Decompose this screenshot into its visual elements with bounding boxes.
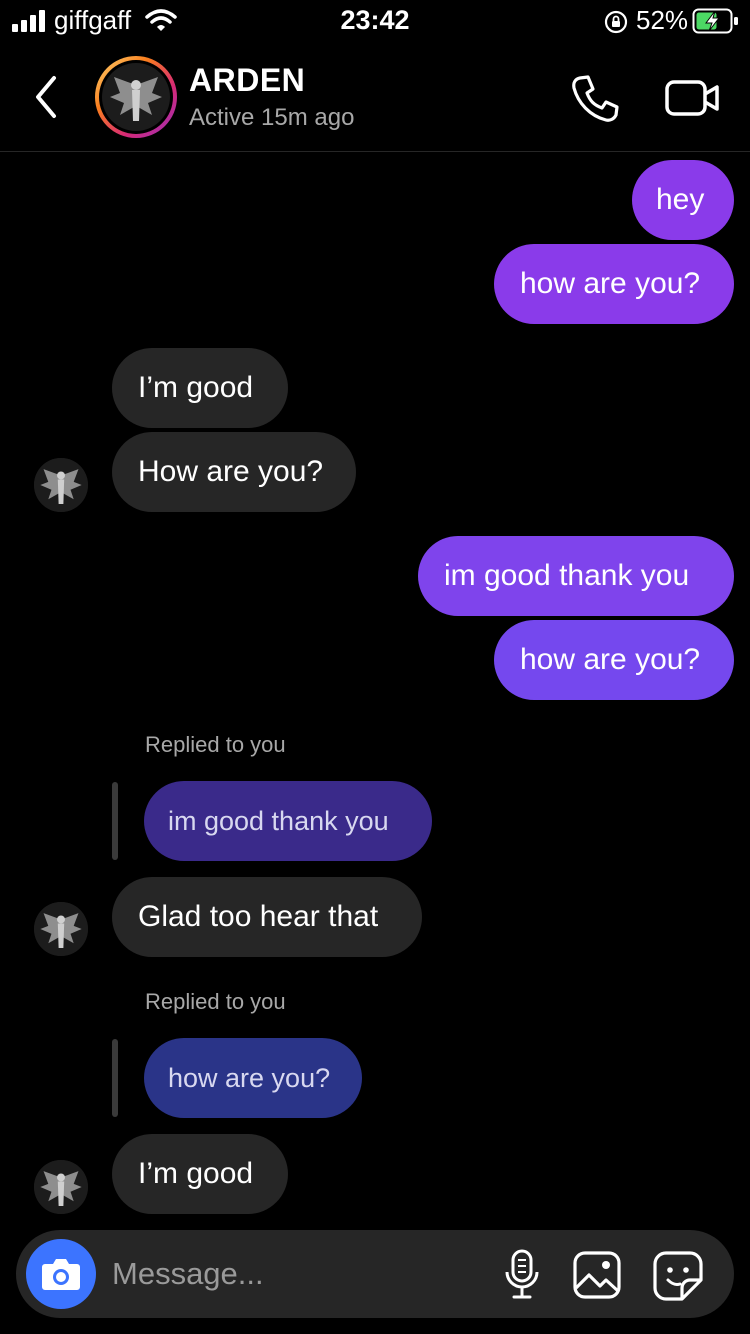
message-bubble-incoming[interactable]: I’m good bbox=[112, 348, 288, 428]
sender-avatar[interactable] bbox=[34, 902, 88, 956]
message-bubble-incoming[interactable]: I’m good bbox=[112, 1134, 288, 1214]
quoted-message[interactable]: how are you? bbox=[144, 1038, 362, 1118]
message-bubble-incoming[interactable]: Glad too hear that bbox=[112, 877, 422, 957]
contact-avatar[interactable] bbox=[95, 56, 177, 138]
camera-icon bbox=[42, 1259, 80, 1290]
camera-button[interactable] bbox=[26, 1239, 96, 1309]
sticker-icon bbox=[653, 1251, 703, 1301]
chevron-left-icon bbox=[36, 76, 56, 118]
message-bubble-incoming[interactable]: How are you? bbox=[112, 432, 356, 512]
winged-figure-icon bbox=[34, 902, 88, 956]
sender-avatar[interactable] bbox=[34, 1160, 88, 1214]
gallery-button[interactable] bbox=[572, 1250, 622, 1300]
quoted-message[interactable]: im good thank you bbox=[144, 781, 432, 861]
audio-call-button[interactable] bbox=[568, 72, 622, 126]
message-input[interactable] bbox=[112, 1230, 472, 1318]
voice-message-button[interactable] bbox=[502, 1248, 542, 1302]
replied-label: Replied to you bbox=[145, 989, 286, 1014]
microphone-icon bbox=[505, 1249, 539, 1299]
reply-indicator-line bbox=[112, 782, 118, 860]
sticker-button[interactable] bbox=[652, 1250, 704, 1302]
winged-figure-icon bbox=[102, 63, 170, 131]
message-bubble-outgoing[interactable]: how are you? bbox=[494, 244, 734, 324]
reply-indicator-line bbox=[112, 1039, 118, 1117]
status-bar: giffgaff 23:42 52% bbox=[0, 0, 750, 44]
sender-avatar[interactable] bbox=[34, 458, 88, 512]
video-call-button[interactable] bbox=[664, 74, 722, 122]
orientation-lock-icon bbox=[604, 10, 628, 34]
winged-figure-icon bbox=[34, 1160, 88, 1214]
battery-percent: 52% bbox=[636, 5, 689, 35]
phone-icon bbox=[572, 75, 619, 122]
back-button[interactable] bbox=[28, 70, 68, 124]
chat-header: ARDEN Active 15m ago bbox=[0, 44, 750, 152]
battery-charging-icon bbox=[692, 8, 738, 34]
winged-figure-icon bbox=[34, 458, 88, 512]
message-bubble-outgoing[interactable]: hey bbox=[632, 160, 734, 240]
message-composer bbox=[16, 1230, 734, 1318]
active-status: Active 15m ago bbox=[189, 104, 355, 131]
message-bubble-outgoing[interactable]: how are you? bbox=[494, 620, 734, 700]
message-bubble-outgoing[interactable]: im good thank you bbox=[418, 536, 734, 616]
replied-label: Replied to you bbox=[145, 732, 286, 757]
video-camera-icon bbox=[665, 80, 719, 116]
image-icon bbox=[573, 1251, 621, 1299]
contact-name[interactable]: ARDEN bbox=[189, 62, 305, 99]
